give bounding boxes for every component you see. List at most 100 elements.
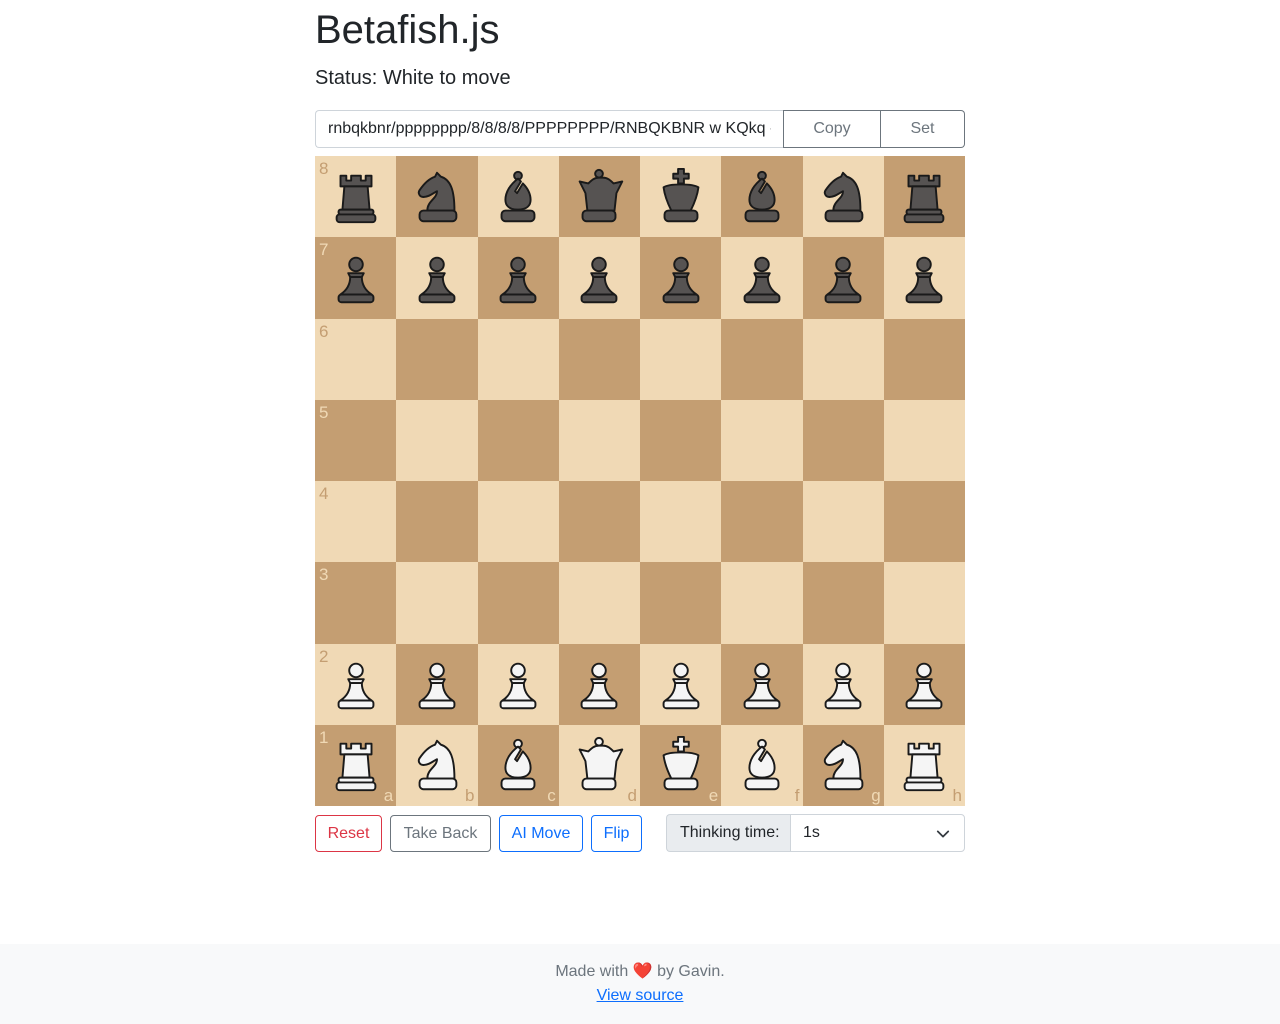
white-bishop-icon[interactable] bbox=[487, 734, 549, 796]
square-c7[interactable] bbox=[477, 237, 559, 319]
white-pawn-icon[interactable] bbox=[731, 653, 793, 715]
square-f4[interactable] bbox=[721, 481, 803, 563]
square-a3[interactable]: 3 bbox=[315, 562, 397, 644]
square-d6[interactable] bbox=[558, 318, 640, 400]
square-f2[interactable] bbox=[721, 643, 803, 725]
white-pawn-icon[interactable] bbox=[812, 653, 874, 715]
square-b3[interactable] bbox=[396, 562, 478, 644]
white-king-icon[interactable] bbox=[650, 734, 712, 796]
square-b4[interactable] bbox=[396, 481, 478, 563]
square-h4[interactable] bbox=[883, 481, 965, 563]
square-h3[interactable] bbox=[883, 562, 965, 644]
square-h6[interactable] bbox=[883, 318, 965, 400]
black-knight-icon[interactable] bbox=[406, 166, 468, 228]
black-queen-icon[interactable] bbox=[568, 166, 630, 228]
square-d8[interactable] bbox=[558, 156, 640, 238]
square-a5[interactable]: 5 bbox=[315, 399, 397, 481]
fen-input[interactable] bbox=[315, 110, 783, 148]
black-pawn-icon[interactable] bbox=[731, 247, 793, 309]
square-g6[interactable] bbox=[802, 318, 884, 400]
square-a7[interactable]: 7 bbox=[315, 237, 397, 319]
black-pawn-icon[interactable] bbox=[487, 247, 549, 309]
black-pawn-icon[interactable] bbox=[812, 247, 874, 309]
white-bishop-icon[interactable] bbox=[731, 734, 793, 796]
copy-fen-button[interactable]: Copy FEN bbox=[783, 110, 881, 173]
square-b8[interactable] bbox=[396, 156, 478, 238]
square-e3[interactable] bbox=[640, 562, 722, 644]
square-c4[interactable] bbox=[477, 481, 559, 563]
black-rook-icon[interactable] bbox=[325, 166, 387, 228]
square-b1[interactable]: b bbox=[396, 724, 478, 806]
black-king-icon[interactable] bbox=[650, 166, 712, 228]
square-a6[interactable]: 6 bbox=[315, 318, 397, 400]
square-b6[interactable] bbox=[396, 318, 478, 400]
square-b2[interactable] bbox=[396, 643, 478, 725]
square-g4[interactable] bbox=[802, 481, 884, 563]
square-d5[interactable] bbox=[558, 399, 640, 481]
square-f3[interactable] bbox=[721, 562, 803, 644]
square-g3[interactable] bbox=[802, 562, 884, 644]
square-g5[interactable] bbox=[802, 399, 884, 481]
square-d1[interactable]: d bbox=[558, 724, 640, 806]
white-rook-icon[interactable] bbox=[893, 734, 955, 796]
white-pawn-icon[interactable] bbox=[325, 653, 387, 715]
square-a8[interactable]: 8 bbox=[315, 156, 397, 238]
black-knight-icon[interactable] bbox=[812, 166, 874, 228]
square-e5[interactable] bbox=[640, 399, 722, 481]
square-h5[interactable] bbox=[883, 399, 965, 481]
square-c2[interactable] bbox=[477, 643, 559, 725]
black-pawn-icon[interactable] bbox=[406, 247, 468, 309]
set-fen-button[interactable]: Set FEN bbox=[881, 110, 965, 173]
square-e7[interactable] bbox=[640, 237, 722, 319]
chess-board[interactable]: 87654321abcdefgh bbox=[315, 156, 965, 806]
square-c1[interactable]: c bbox=[477, 724, 559, 806]
square-c5[interactable] bbox=[477, 399, 559, 481]
white-pawn-icon[interactable] bbox=[568, 653, 630, 715]
white-knight-icon[interactable] bbox=[406, 734, 468, 796]
square-d4[interactable] bbox=[558, 481, 640, 563]
take-back-button[interactable]: Take Back bbox=[390, 815, 491, 852]
white-pawn-icon[interactable] bbox=[487, 653, 549, 715]
square-a1[interactable]: 1a bbox=[315, 724, 397, 806]
flip-button[interactable]: Flip bbox=[591, 815, 642, 852]
white-pawn-icon[interactable] bbox=[893, 653, 955, 715]
white-pawn-icon[interactable] bbox=[406, 653, 468, 715]
black-pawn-icon[interactable] bbox=[568, 247, 630, 309]
square-d7[interactable] bbox=[558, 237, 640, 319]
black-pawn-icon[interactable] bbox=[325, 247, 387, 309]
view-source-link[interactable]: View source bbox=[597, 987, 684, 1004]
square-e8[interactable] bbox=[640, 156, 722, 238]
square-b7[interactable] bbox=[396, 237, 478, 319]
ai-move-button[interactable]: AI Move bbox=[499, 815, 583, 852]
square-g8[interactable] bbox=[802, 156, 884, 238]
square-h2[interactable] bbox=[883, 643, 965, 725]
square-f5[interactable] bbox=[721, 399, 803, 481]
white-rook-icon[interactable] bbox=[325, 734, 387, 796]
square-d2[interactable] bbox=[558, 643, 640, 725]
black-bishop-icon[interactable] bbox=[731, 166, 793, 228]
square-f1[interactable]: f bbox=[721, 724, 803, 806]
thinking-time-select[interactable]: 1s bbox=[790, 814, 965, 852]
square-f7[interactable] bbox=[721, 237, 803, 319]
square-e6[interactable] bbox=[640, 318, 722, 400]
reset-button[interactable]: Reset bbox=[315, 815, 382, 852]
square-a2[interactable]: 2 bbox=[315, 643, 397, 725]
black-pawn-icon[interactable] bbox=[650, 247, 712, 309]
square-c3[interactable] bbox=[477, 562, 559, 644]
square-h1[interactable]: h bbox=[883, 724, 965, 806]
square-e2[interactable] bbox=[640, 643, 722, 725]
square-g7[interactable] bbox=[802, 237, 884, 319]
white-pawn-icon[interactable] bbox=[650, 653, 712, 715]
black-pawn-icon[interactable] bbox=[893, 247, 955, 309]
black-bishop-icon[interactable] bbox=[487, 166, 549, 228]
square-b5[interactable] bbox=[396, 399, 478, 481]
square-c8[interactable] bbox=[477, 156, 559, 238]
black-rook-icon[interactable] bbox=[893, 166, 955, 228]
square-e4[interactable] bbox=[640, 481, 722, 563]
square-h7[interactable] bbox=[883, 237, 965, 319]
square-e1[interactable]: e bbox=[640, 724, 722, 806]
square-h8[interactable] bbox=[883, 156, 965, 238]
square-a4[interactable]: 4 bbox=[315, 481, 397, 563]
square-g2[interactable] bbox=[802, 643, 884, 725]
square-f8[interactable] bbox=[721, 156, 803, 238]
